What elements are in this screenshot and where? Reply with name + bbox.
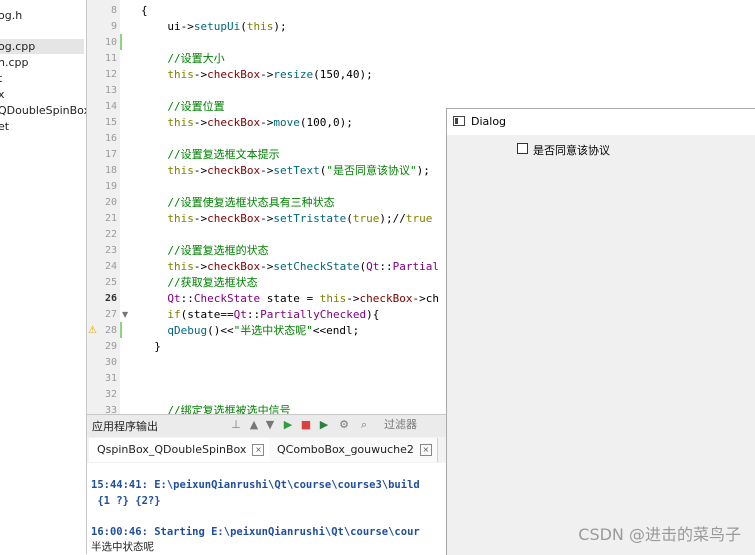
output-line: 15:44:41: E:\peixunQianrushi\Qt\course\c… [91, 479, 420, 491]
code-line: this->checkBox->setCheckState(Qt::Partia… [167, 260, 439, 273]
search-icon: ⌕ [360, 418, 368, 431]
code-line: this->checkBox->setTristate(true);//true [167, 212, 433, 225]
code-line: //设置大小 [167, 52, 225, 65]
line-number: 22 [104, 229, 117, 240]
line-number: 25 [104, 277, 117, 288]
filter-input[interactable]: 过滤器 [384, 417, 444, 433]
line-number: 29 [104, 341, 117, 352]
dialog-title: Dialog [471, 115, 507, 128]
change-marker [120, 322, 122, 338]
code-line: Qt::CheckState state = this->checkBox->c… [167, 292, 439, 305]
code-line: //设置复选框文本提示 [167, 148, 280, 161]
file-item[interactable]: QDoubleSpinBox [0, 103, 86, 118]
code-line: qDebug()<<"半选中状态呢"<<endl; [167, 324, 360, 337]
output-line: 半选中状态呢 [91, 541, 154, 553]
line-number: 14 [104, 101, 117, 112]
line-number: 8 [110, 5, 117, 16]
line-number: 11 [104, 53, 117, 64]
watermark: CSDN @进击的菜鸟子 [578, 525, 741, 544]
project-tree: og.h og.cpp n.cpp t x QDoubleSpinBox et [0, 0, 87, 554]
tab-label: QspinBox_QDoubleSpinBox [97, 443, 247, 456]
line-number: 26 [104, 293, 117, 304]
output-pane-header: 应用程序输出 ⊥ ▲ ▼ ▶ ■ ▶ ⚙ ⌕ 过滤器 [87, 414, 447, 438]
warning-icon[interactable]: ⚠ [88, 323, 98, 339]
close-icon[interactable]: × [252, 444, 265, 456]
code-line: { [141, 4, 148, 17]
dialog-window: Dialog 是否同意该协议 [446, 108, 755, 555]
prev-icon[interactable]: ▲ [247, 417, 261, 433]
tab-qspinbox[interactable]: QspinBox_QDoubleSpinBox × [89, 438, 270, 462]
stop-icon[interactable]: ■ [299, 417, 313, 433]
checkbox-label[interactable]: 是否同意该协议 [533, 142, 610, 158]
code-line: //设置位置 [167, 100, 225, 113]
code-line: //获取复选框状态 [167, 276, 258, 289]
line-number: 32 [104, 389, 117, 400]
line-number: 30 [104, 357, 117, 368]
dialog-titlebar[interactable]: Dialog [447, 109, 755, 135]
line-number: 13 [104, 85, 117, 96]
line-number: 12 [104, 69, 117, 80]
file-item[interactable]: og.h [0, 8, 22, 23]
line-number: 21 [104, 213, 117, 224]
line-number: 31 [104, 373, 117, 384]
code-line: this->checkBox->move(100,0); [167, 116, 353, 129]
change-marker [120, 34, 122, 50]
output-tabs: QspinBox_QDoubleSpinBox × QComboBox_gouwu… [87, 437, 447, 464]
code-line: ui->setupUi(this); [167, 20, 287, 33]
line-number: 17 [104, 149, 117, 160]
output-line: {1 ?} {2?} [91, 495, 161, 507]
code-line: //设置复选框的状态 [167, 244, 269, 257]
code-line: this->checkBox->setText("是否同意该协议"); [167, 164, 430, 177]
next-icon[interactable]: ▼ [263, 417, 277, 433]
debug-run-icon[interactable]: ▶ [317, 417, 331, 433]
line-number: 10 [104, 37, 117, 48]
run-icon[interactable]: ▶ [281, 417, 295, 433]
tab-qcombobox[interactable]: QComboBox_gouwuche2 × [269, 438, 438, 462]
line-number: 23 [104, 245, 117, 256]
code-line: } [154, 340, 161, 353]
file-item-selected[interactable]: og.cpp [0, 39, 84, 54]
output-line: 16:00:46: Starting E:\peixunQianrushi\Qt… [91, 526, 420, 538]
output-console: 15:44:41: E:\peixunQianrushi\Qt\course\c… [87, 463, 447, 554]
file-item[interactable]: et [0, 119, 9, 134]
file-item[interactable]: x [0, 87, 5, 102]
line-number: 18 [104, 165, 117, 176]
code-line: if(state==Qt::PartiallyChecked){ [167, 308, 380, 321]
line-number: 27 [104, 309, 117, 320]
tab-label: QComboBox_gouwuche2 [277, 443, 414, 456]
line-number: 9 [110, 21, 117, 32]
settings-gear-icon[interactable]: ⚙ [337, 417, 351, 433]
code-line: this->checkBox->resize(150,40); [167, 68, 373, 81]
agreement-checkbox[interactable] [517, 143, 528, 154]
file-item[interactable]: n.cpp [0, 55, 28, 70]
line-number: 16 [104, 133, 117, 144]
line-number: 19 [104, 181, 117, 192]
line-number: 15 [104, 117, 117, 128]
line-number: 20 [104, 197, 117, 208]
window-icon [453, 116, 465, 126]
code-line: //设置使复选框状态具有三种状态 [167, 196, 335, 209]
output-pane-title: 应用程序输出 [92, 420, 158, 433]
clear-icon[interactable]: ⊥ [229, 417, 243, 433]
fold-icon[interactable]: ▼ [122, 307, 132, 323]
close-icon[interactable]: × [419, 444, 432, 456]
file-item[interactable]: t [0, 71, 2, 86]
line-number: 24 [104, 261, 117, 272]
